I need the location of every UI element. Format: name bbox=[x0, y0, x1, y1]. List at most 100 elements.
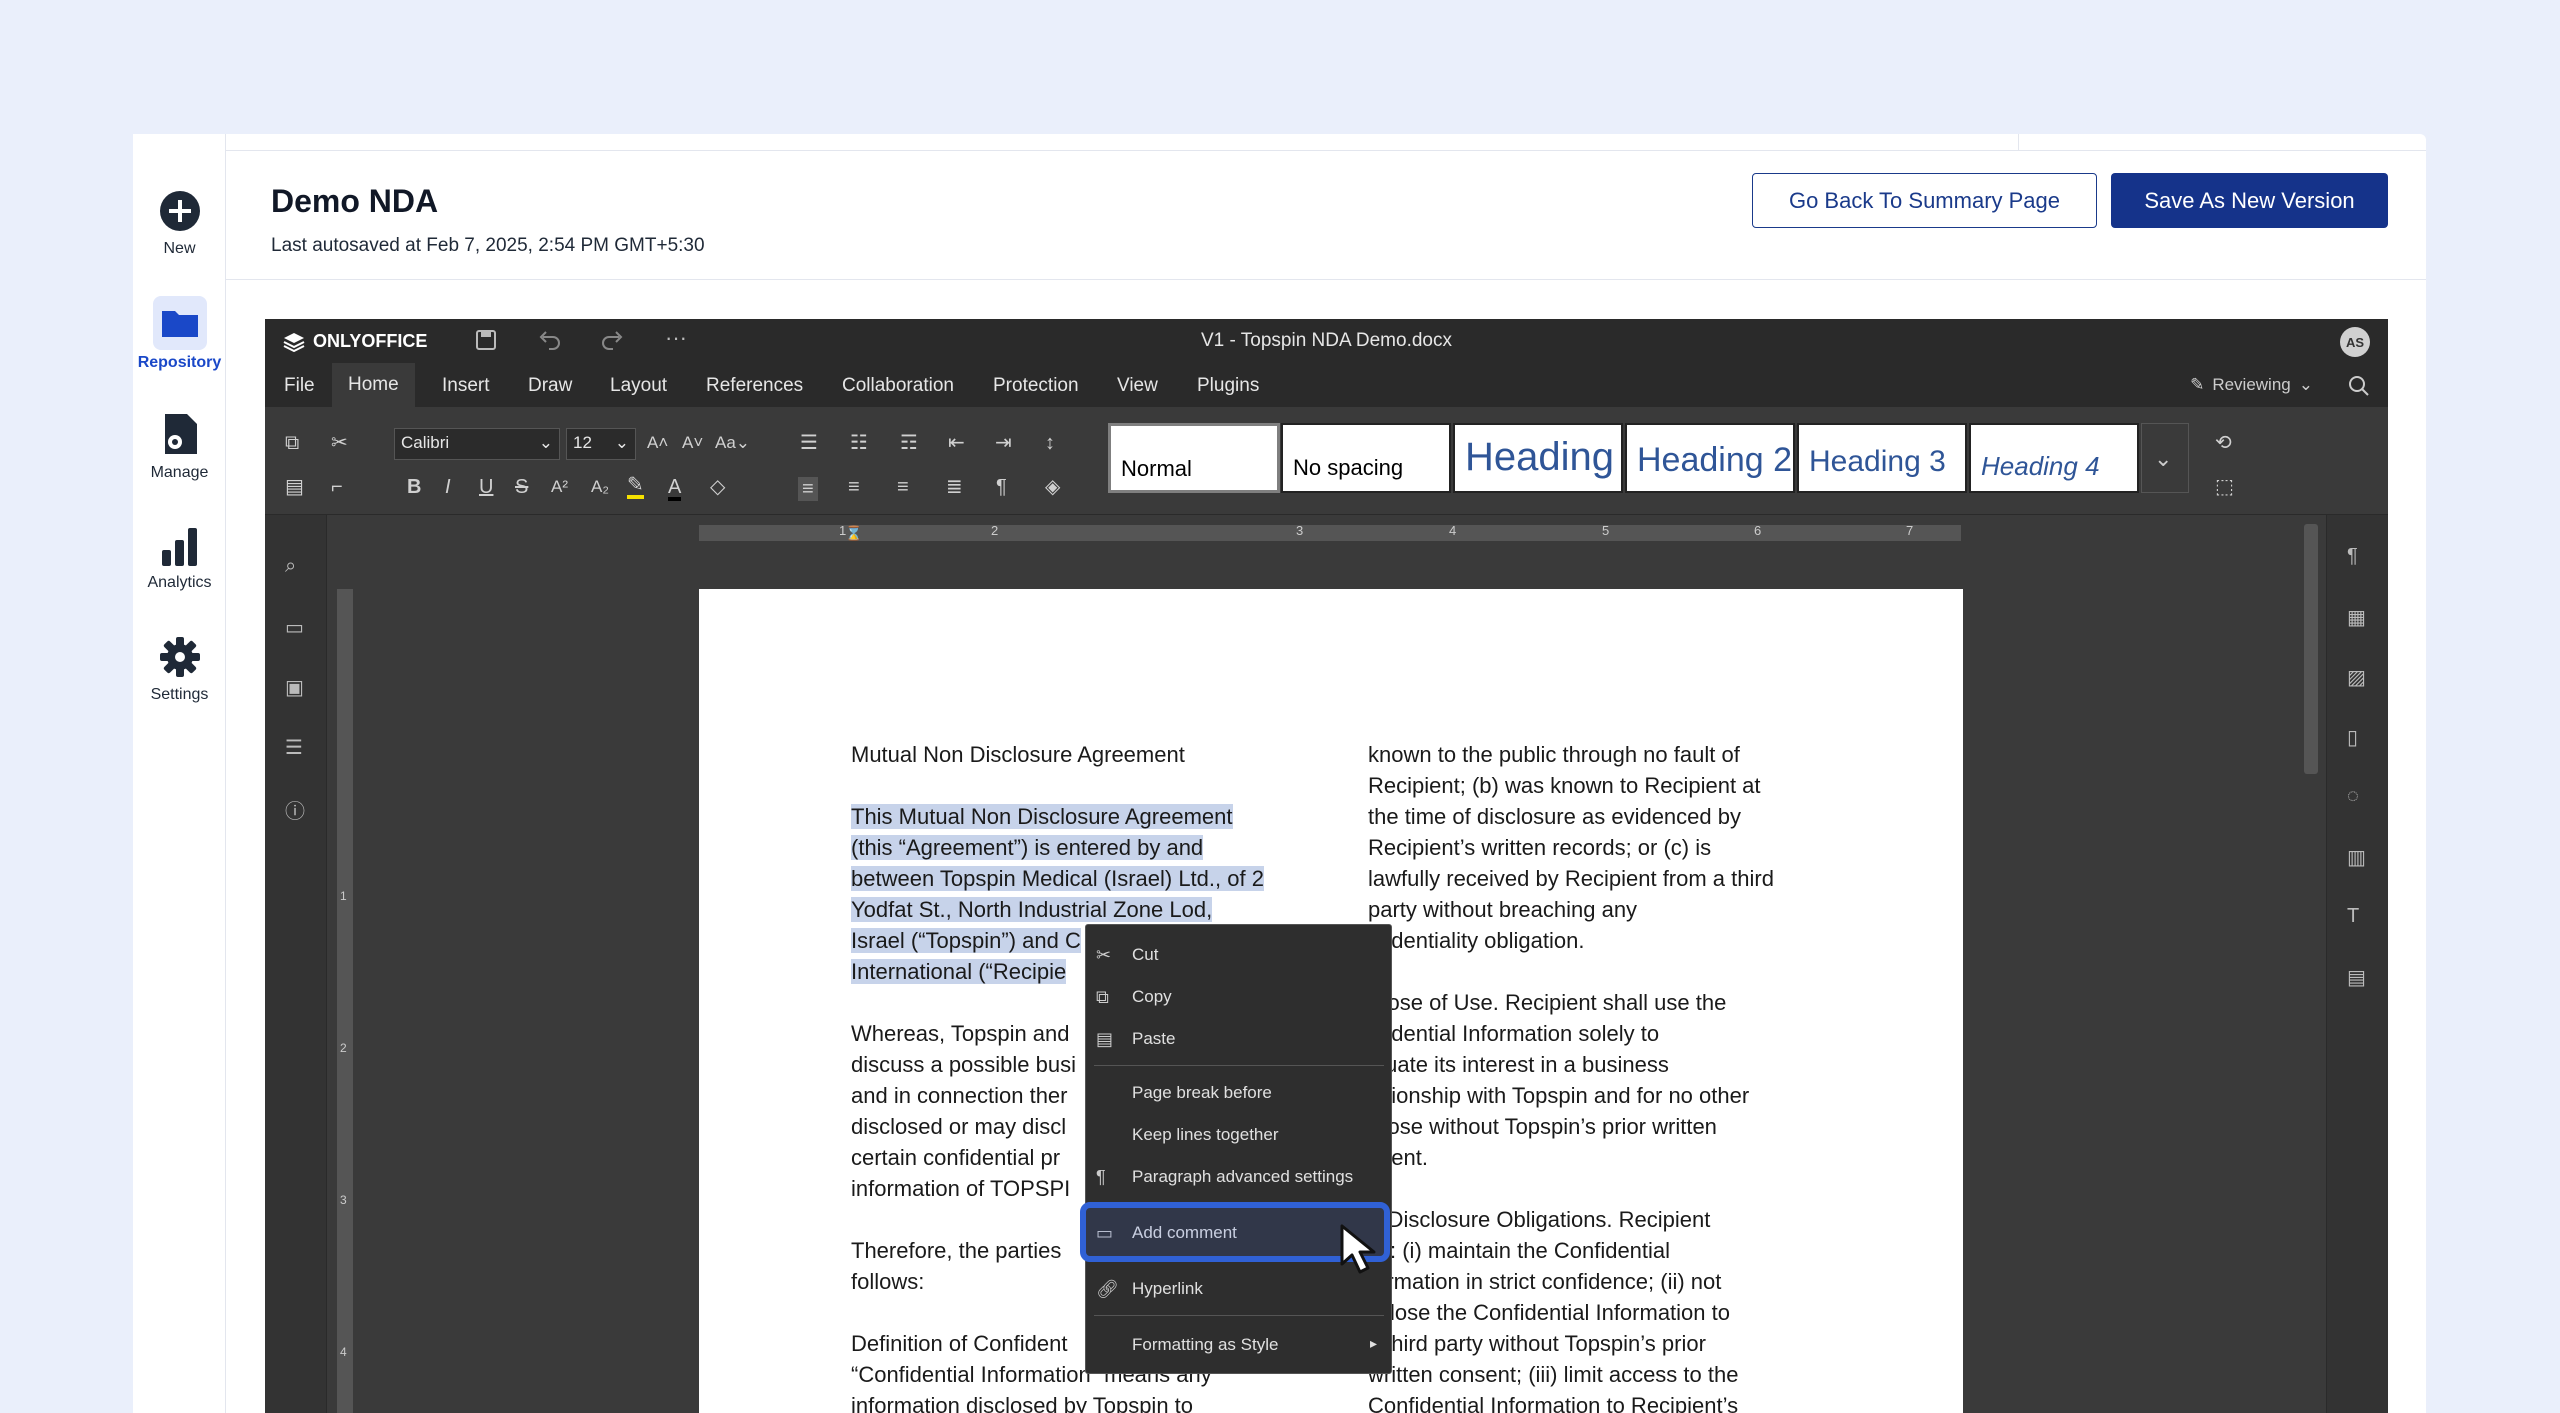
reviewing-mode[interactable]: ✎ Reviewing ⌄ bbox=[2190, 375, 2313, 395]
underline-icon[interactable]: U bbox=[479, 477, 493, 497]
ctx-paragraph-settings[interactable]: ¶ Paragraph advanced settings bbox=[1086, 1159, 1391, 1195]
style-heading-2[interactable]: Heading 2 bbox=[1625, 423, 1795, 493]
increase-indent-icon[interactable]: ⇥ bbox=[995, 433, 1012, 453]
ctx-copy[interactable]: ⧉ Copy bbox=[1086, 979, 1391, 1015]
line-spacing-icon[interactable]: ↕ bbox=[1045, 433, 1055, 453]
ctx-cut[interactable]: ✂ Cut bbox=[1086, 937, 1391, 973]
menu-plugins[interactable]: Plugins bbox=[1197, 375, 1259, 397]
ctx-hyperlink[interactable]: 🔗︎ Hyperlink bbox=[1086, 1271, 1391, 1307]
search-icon[interactable]: ⌕ bbox=[285, 555, 296, 578]
style-heading-1[interactable]: Heading 1 bbox=[1453, 423, 1623, 493]
nav-new[interactable]: New bbox=[133, 190, 226, 258]
increase-font-icon[interactable]: A˄ bbox=[647, 433, 668, 453]
align-center-icon[interactable]: ≡ bbox=[848, 477, 860, 497]
italic-icon[interactable]: I bbox=[445, 477, 451, 497]
highlight-icon[interactable]: ✎ bbox=[627, 475, 644, 499]
format-painter-icon[interactable]: ⌐ bbox=[331, 477, 343, 497]
nav-settings[interactable]: Settings bbox=[133, 636, 226, 704]
chart-settings-icon[interactable]: ▥ bbox=[2347, 845, 2366, 870]
menu-file[interactable]: File bbox=[284, 375, 315, 397]
signature-settings-icon[interactable]: ▤ bbox=[2347, 965, 2366, 990]
shading-icon[interactable]: ◈ bbox=[1045, 477, 1060, 497]
shape-settings-icon[interactable]: ◌ bbox=[2347, 785, 2359, 808]
change-case-icon[interactable]: Aa⌄ bbox=[715, 433, 750, 453]
menu-view[interactable]: View bbox=[1117, 375, 1158, 397]
bullet-list-icon[interactable]: ☰ bbox=[800, 433, 818, 453]
align-right-icon[interactable]: ≡ bbox=[897, 477, 909, 497]
header-footer-icon[interactable]: ▯ bbox=[2347, 725, 2358, 750]
styles-expand-button[interactable]: ⌄ bbox=[2141, 423, 2189, 493]
menu-references[interactable]: References bbox=[706, 375, 803, 397]
doc-line: Mutual Non Disclosure Agreement bbox=[851, 742, 1185, 767]
style-normal[interactable]: Normal bbox=[1108, 423, 1280, 493]
nav-analytics-label: Analytics bbox=[147, 574, 212, 591]
scissors-icon[interactable]: ✂ bbox=[331, 433, 348, 453]
table-settings-icon[interactable]: ▦ bbox=[2347, 605, 2366, 630]
editor-menubar: File Home Insert Draw Layout References … bbox=[265, 363, 2388, 407]
font-size-select[interactable]: 12 ⌄ bbox=[566, 428, 636, 460]
go-back-button[interactable]: Go Back To Summary Page bbox=[1752, 173, 2097, 228]
vertical-ruler[interactable]: 1 2 3 4 bbox=[337, 589, 353, 1413]
right-column[interactable]: known to the public through no fault of … bbox=[1368, 739, 1848, 1413]
eraser-icon[interactable]: ◇ bbox=[710, 477, 725, 497]
superscript-icon[interactable]: A² bbox=[551, 477, 568, 497]
image-settings-icon[interactable]: ▨ bbox=[2347, 665, 2366, 690]
save-new-version-button[interactable]: Save As New Version bbox=[2111, 173, 2388, 228]
strikethrough-icon[interactable]: S bbox=[515, 477, 528, 497]
textart-settings-icon[interactable]: T bbox=[2347, 905, 2359, 928]
indent-marker[interactable]: ⌛ bbox=[845, 525, 862, 542]
decrease-indent-icon[interactable]: ⇤ bbox=[948, 433, 965, 453]
align-left-icon[interactable]: ≡ bbox=[798, 477, 818, 501]
replace-style-icon[interactable]: ⟲ bbox=[2215, 433, 2232, 453]
nav-analytics[interactable]: Analytics bbox=[133, 526, 226, 592]
ctx-paragraph-settings-label: Paragraph advanced settings bbox=[1132, 1167, 1354, 1186]
horizontal-ruler[interactable]: 1 2 3 4 5 6 7 ⌛ bbox=[699, 523, 1961, 542]
copy-icon[interactable]: ⧉ bbox=[285, 433, 299, 453]
style-no-spacing[interactable]: No spacing bbox=[1281, 423, 1451, 493]
ruler-number: 4 bbox=[1449, 523, 1457, 538]
repository-tile bbox=[152, 296, 207, 350]
ruler-number: 5 bbox=[1602, 523, 1610, 538]
multilevel-list-icon[interactable]: ☶ bbox=[900, 433, 918, 453]
paragraph-settings-icon[interactable]: ¶ bbox=[2347, 545, 2358, 568]
comment-icon[interactable]: ▭ bbox=[285, 615, 304, 640]
font-color-icon[interactable]: A bbox=[668, 477, 682, 501]
ctx-paste[interactable]: ▤ Paste bbox=[1086, 1021, 1391, 1057]
decrease-font-icon[interactable]: A˅ bbox=[682, 433, 703, 453]
menu-layout[interactable]: Layout bbox=[610, 375, 667, 397]
search-icon[interactable] bbox=[2348, 375, 2370, 403]
info-icon[interactable]: ⓘ bbox=[285, 795, 305, 824]
user-avatar[interactable]: AS bbox=[2340, 327, 2370, 357]
ctx-formatting-style[interactable]: Formatting as Style ▸ bbox=[1086, 1327, 1391, 1363]
nav-manage-label: Manage bbox=[150, 464, 209, 481]
chevron-right-icon: ▸ bbox=[1369, 1335, 1377, 1351]
subscript-icon[interactable]: A₂ bbox=[591, 477, 609, 497]
pilcrow-icon[interactable]: ¶ bbox=[996, 477, 1007, 497]
doc-line: lawfully received by Recipient from a th… bbox=[1368, 866, 1774, 891]
menu-home[interactable]: Home bbox=[332, 363, 415, 407]
style-heading-3[interactable]: Heading 3 bbox=[1797, 423, 1967, 493]
doc-line: sclose the Confidential Information to bbox=[1368, 1300, 1730, 1325]
chat-icon[interactable]: ▣ bbox=[285, 675, 304, 700]
select-all-icon[interactable]: ⬚ bbox=[2215, 477, 2234, 497]
ruler-number: 3 bbox=[1296, 523, 1304, 538]
ctx-keep-lines[interactable]: Keep lines together bbox=[1086, 1117, 1391, 1153]
menu-collaboration[interactable]: Collaboration bbox=[842, 375, 954, 397]
paste-icon[interactable]: ▤ bbox=[285, 477, 304, 497]
bold-icon[interactable]: B bbox=[407, 477, 421, 497]
menu-protection[interactable]: Protection bbox=[993, 375, 1079, 397]
menu-draw[interactable]: Draw bbox=[528, 375, 572, 397]
doc-line: party without breaching any bbox=[1368, 897, 1638, 922]
nav-repository[interactable]: Repository bbox=[133, 296, 226, 372]
page-title: Demo NDA bbox=[271, 183, 439, 219]
nav-manage[interactable]: Manage bbox=[133, 412, 226, 482]
doc-line: the time of disclosure as evidenced by bbox=[1368, 804, 1741, 829]
ctx-page-break[interactable]: Page break before bbox=[1086, 1075, 1391, 1111]
style-heading-4[interactable]: Heading 4 bbox=[1969, 423, 2139, 493]
justify-icon[interactable]: ≣ bbox=[946, 477, 963, 497]
numbered-list-icon[interactable]: ☷ bbox=[850, 433, 868, 453]
font-name-select[interactable]: Calibri ⌄ bbox=[394, 428, 560, 460]
navigation-icon[interactable]: ☰ bbox=[285, 735, 303, 760]
menu-insert[interactable]: Insert bbox=[442, 375, 490, 397]
vertical-scrollbar[interactable] bbox=[2304, 524, 2318, 774]
